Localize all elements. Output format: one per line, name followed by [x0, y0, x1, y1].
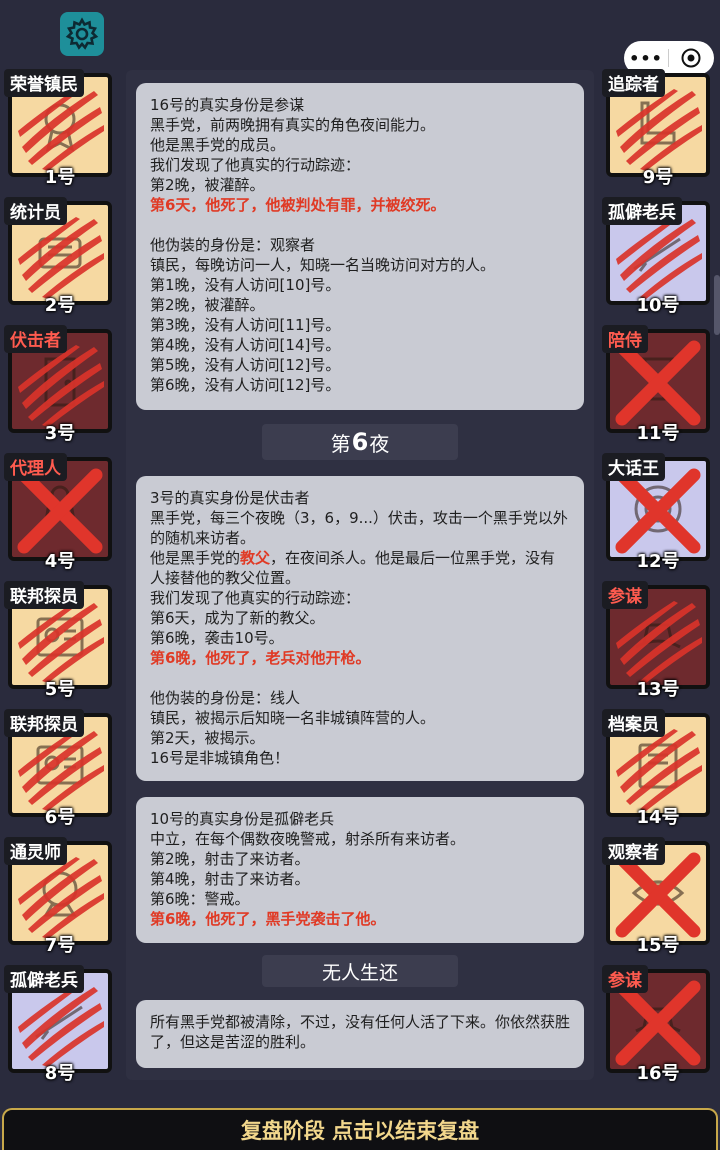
player-card-1[interactable]: 荣誉镇民 1号 [4, 69, 116, 188]
player-card-16[interactable]: 参谋 16号 [602, 965, 714, 1084]
settings-gear-icon[interactable] [60, 12, 104, 56]
player-number: 15号 [636, 935, 680, 956]
death-line: 第6晚，他死了，黑手党袭击了他。 [150, 910, 386, 928]
player-number: 7号 [44, 935, 76, 956]
player-number: 14号 [636, 807, 680, 828]
death-line: 第6天，他死了，他被判处有罪，并被绞死。 [150, 196, 446, 214]
role-label: 孤僻老兵 [4, 965, 84, 993]
role-label: 联邦探员 [4, 709, 84, 737]
log-line: 他是黑手党的教父，在夜间杀人。他是最后一位黑手党，没有人接替他的教父位置。 [150, 548, 570, 588]
log-line: 中立，在每个偶数夜晚警戒，射杀所有来访者。 [150, 830, 466, 848]
end-review-button[interactable]: 复盘阶段 点击以结束复盘 [2, 1108, 718, 1150]
log-line: 他是黑手党的成员。 [150, 136, 286, 154]
player-number: 1号 [44, 167, 76, 188]
log-line: 黑手党，前两晚拥有真实的角色夜间能力。 [150, 116, 436, 134]
player-card-11[interactable]: 陪侍 11号 [602, 325, 714, 444]
player-card-4[interactable]: 代理人 4号 [4, 453, 116, 572]
log-line: 第5晚，没有人访问[12]号。 [150, 356, 341, 374]
message-card-16: 16号的真实身份是参谋 黑手党，前两晚拥有真实的角色夜间能力。 他是黑手党的成员… [136, 83, 584, 410]
log-line: 他伪装的身份是：观察者 [150, 236, 316, 254]
role-label: 大话王 [602, 453, 665, 481]
log-line: 16号的真实身份是参谋 [150, 96, 305, 114]
log-line: 第6晚，袭击10号。 [150, 629, 284, 647]
player-card-14[interactable]: 档案员 14号 [602, 709, 714, 828]
log-line: 第4晚，射击了来访者。 [150, 870, 310, 888]
player-number: 6号 [44, 807, 76, 828]
death-line: 第6晚，他死了，老兵对他开枪。 [150, 649, 371, 667]
role-label: 联邦探员 [4, 581, 84, 609]
role-label: 观察者 [602, 837, 665, 865]
role-label: 档案员 [602, 709, 665, 737]
log-line: 镇民，被揭示后知晓一名非城镇阵营的人。 [150, 709, 436, 727]
log-line: 第6天，成为了新的教父。 [150, 609, 325, 627]
message-card-10: 10号的真实身份是孤僻老兵 中立，在每个偶数夜晚警戒，射杀所有来访者。 第2晚，… [136, 797, 584, 943]
survivor-divider: 无人生还 [262, 955, 458, 987]
player-card-2[interactable]: 统计员 2号 [4, 197, 116, 316]
night-divider: 第6夜 [262, 424, 458, 460]
log-line: 第2晚，被灌醉。 [150, 296, 265, 314]
log-line: 我们发现了他真实的行动踪迹： [150, 589, 361, 607]
player-card-9[interactable]: 追踪者 9号 [602, 69, 714, 188]
log-line: 黑手党，每三个夜晚（3，6，9...）伏击，攻击一个黑手党以外的随机来访者。 [150, 509, 568, 547]
player-number: 4号 [44, 551, 76, 572]
log-line: 他伪装的身份是：线人 [150, 689, 301, 707]
log-text: 他是黑手党的 [150, 549, 241, 567]
role-label: 统计员 [4, 197, 67, 225]
log-line: 16号是非城镇角色！ [150, 749, 290, 767]
result-text: 所有黑手党都被清除，不过，没有任何人活了下来。你依然获胜了，但这是苦涩的胜利。 [150, 1013, 571, 1051]
log-line: 第6晚，没有人访问[12]号。 [150, 376, 341, 394]
role-label: 孤僻老兵 [602, 197, 682, 225]
player-number: 2号 [44, 295, 76, 316]
log-line: 第2天，被揭示。 [150, 729, 265, 747]
player-card-12[interactable]: 大话王 12号 [602, 453, 714, 572]
scroll-indicator[interactable] [714, 275, 720, 335]
player-number: 10号 [636, 295, 680, 316]
role-label: 伏击者 [4, 325, 67, 353]
role-label: 陪侍 [602, 325, 648, 353]
log-line: 第3晚，没有人访问[11]号。 [150, 316, 341, 334]
player-number: 3号 [44, 423, 76, 444]
role-label: 参谋 [602, 965, 648, 993]
log-line: 第1晚，没有人访问[10]号。 [150, 276, 341, 294]
log-line: 我们发现了他真实的行动踪迹： [150, 156, 361, 174]
player-card-7[interactable]: 通灵师 7号 [4, 837, 116, 956]
player-card-13[interactable]: 参谋 13号 [602, 581, 714, 700]
player-number: 11号 [636, 423, 680, 444]
close-target-button[interactable] [669, 47, 713, 69]
gear-icon [65, 17, 99, 50]
player-card-5[interactable]: 联邦探员 5号 [4, 581, 116, 700]
player-card-15[interactable]: 观察者 15号 [602, 837, 714, 956]
player-number: 16号 [636, 1063, 680, 1084]
target-icon [681, 48, 701, 68]
more-menu-button[interactable]: ••• [624, 49, 668, 68]
role-label: 通灵师 [4, 837, 67, 865]
player-card-6[interactable]: 联邦探员 6号 [4, 709, 116, 828]
log-line: 第2晚，被灌醉。 [150, 176, 265, 194]
player-number: 5号 [44, 679, 76, 700]
log-line: 3号的真实身份是伏击者 [150, 489, 310, 507]
player-number: 8号 [44, 1063, 76, 1084]
log-line: 10号的真实身份是孤僻老兵 [150, 810, 335, 828]
godfather-highlight: 教父 [240, 549, 271, 567]
message-card-result: 所有黑手党都被清除，不过，没有任何人活了下来。你依然获胜了，但这是苦涩的胜利。 [136, 1000, 584, 1068]
player-card-10[interactable]: 孤僻老兵 10号 [602, 197, 714, 316]
role-label: 参谋 [602, 581, 648, 609]
log-line: 镇民，每晚访问一人，知晓一名当晚访问对方的人。 [150, 256, 496, 274]
player-card-3[interactable]: 伏击者 3号 [4, 325, 116, 444]
night-label-suffix: 夜 [369, 431, 390, 456]
night-label-prefix: 第 [330, 431, 351, 456]
player-number: 12号 [636, 551, 680, 572]
log-line: 第6晚：警戒。 [150, 890, 250, 908]
top-bar: ••• [0, 0, 720, 75]
log-line: 第4晚，没有人访问[14]号。 [150, 336, 341, 354]
message-card-3: 3号的真实身份是伏击者 黑手党，每三个夜晚（3，6，9...）伏击，攻击一个黑手… [136, 476, 584, 781]
role-label: 荣誉镇民 [4, 69, 84, 97]
night-number: 6 [351, 428, 369, 456]
player-number: 13号 [636, 679, 680, 700]
player-card-8[interactable]: 孤僻老兵 8号 [4, 965, 116, 1084]
role-label: 追踪者 [602, 69, 665, 97]
player-number: 9号 [642, 167, 674, 188]
role-label: 代理人 [4, 453, 67, 481]
log-line: 第2晚，射击了来访者。 [150, 850, 310, 868]
